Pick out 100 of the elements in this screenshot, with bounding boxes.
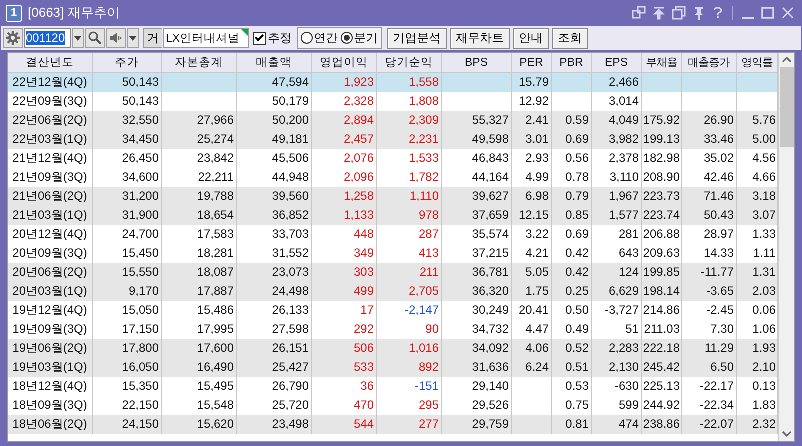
table-cell: 35.02 [682, 149, 737, 168]
table-row[interactable]: 18년06월(2Q) 24,150 15,620 23,498 544 277 29,759 0.81 474 238.86 -22.07 2.32 [8, 415, 778, 434]
table-cell: 1,923 [312, 73, 377, 92]
table-cell: 12.15 [512, 206, 552, 225]
table-cell: 238.86 [642, 415, 682, 434]
table-cell: 3,982 [592, 130, 642, 149]
radio-dot[interactable] [341, 32, 353, 44]
table-cell: 15,050 [93, 301, 162, 320]
table-cell: 45,506 [237, 149, 312, 168]
table-cell: 199.13 [642, 130, 682, 149]
table-cell: 47,594 [237, 73, 312, 92]
arrow-top-icon[interactable] [652, 6, 666, 20]
table-row[interactable]: 18년12월(4Q) 15,350 15,495 26,790 36 -151 29,140 0.53 -630 225.13 -22.17 0.13 [8, 377, 778, 396]
estimate-checkbox[interactable]: 추정 [253, 30, 292, 46]
table-cell: 33.46 [682, 130, 737, 149]
table-cell: 15.79 [512, 73, 552, 92]
table-row[interactable]: 22년03월(1Q) 34,450 25,274 49,181 2,457 2,231 49,598 3.01 0.69 3,982 199.13 33.46 5.00 [8, 130, 778, 149]
table-cell: 544 [312, 415, 377, 434]
table-row[interactable]: 19년12월(4Q) 15,050 15,486 26,133 17 -2,147 30,249 20.41 0.50 -3,727 214.86 -2.45 0.06 [8, 301, 778, 320]
table-cell: 26,133 [237, 301, 312, 320]
table-cell: 35,574 [442, 225, 512, 244]
table-cell: 533 [312, 358, 377, 377]
search-button[interactable] [85, 28, 105, 48]
table-cell: 24,700 [93, 225, 162, 244]
table-cell: 225.13 [642, 377, 682, 396]
table-cell: 20년03월(1Q) [8, 282, 93, 301]
table-cell: 25,274 [162, 130, 237, 149]
table-row[interactable]: 22년12월(4Q) 50,143 47,594 1,923 1,558 15.79 2,466 [8, 73, 778, 92]
dropdown-button[interactable] [127, 28, 139, 48]
help-icon[interactable] [712, 6, 724, 20]
table-cell: 1,133 [312, 206, 377, 225]
table-cell: 17 [312, 301, 377, 320]
table-cell: 46,843 [442, 149, 512, 168]
dropdown-button[interactable] [72, 28, 84, 48]
table-row[interactable]: 22년06월(2Q) 32,550 27,966 50,200 2,894 2,309 55,327 2.41 0.59 4,049 175.92 26.90 5.76 [8, 111, 778, 130]
table-cell: 2,378 [592, 149, 642, 168]
table-cell: 18년12월(4Q) [8, 377, 93, 396]
table-cell: 978 [377, 206, 442, 225]
table-cell: -151 [377, 377, 442, 396]
settings-icon [6, 31, 20, 45]
table-cell: 33,703 [237, 225, 312, 244]
table-row[interactable]: 20년03월(1Q) 9,170 17,887 24,498 499 2,705 36,320 1.75 0.25 6,629 198.14 -3.65 2.03 [8, 282, 778, 301]
toolbar-button[interactable]: 안내 [513, 28, 549, 48]
table-cell: 15,495 [162, 377, 237, 396]
table-cell: 0.50 [552, 301, 592, 320]
toolbar-button[interactable]: 기업분석 [387, 28, 447, 48]
table-row[interactable]: 20년12월(4Q) 24,700 17,583 33,703 448 287 35,574 3.22 0.69 281 206.88 28.97 1.33 [8, 225, 778, 244]
table-cell: 15,350 [93, 377, 162, 396]
table-cell: 1,558 [377, 73, 442, 92]
maximize-icon[interactable] [761, 6, 775, 20]
settings-button[interactable] [3, 28, 23, 48]
table-cell: 16,050 [93, 358, 162, 377]
table-cell: 20년12월(4Q) [8, 225, 93, 244]
table-cell: 26,450 [93, 149, 162, 168]
table-cell: 0.51 [552, 358, 592, 377]
table-cell: 23,842 [162, 149, 237, 168]
table-row[interactable]: 21년03월(1Q) 31,900 18,654 36,852 1,133 978 37,659 12.15 0.85 1,577 223.74 50.43 3.07 [8, 206, 778, 225]
window-number-badge: 1 [6, 4, 22, 22]
table-cell: 21년12월(4Q) [8, 149, 93, 168]
table-cell: 24,150 [93, 415, 162, 434]
period-radio[interactable]: 연간 [301, 30, 338, 46]
table-cell: 448 [312, 225, 377, 244]
close-icon[interactable] [781, 6, 795, 20]
table-cell: 49,598 [442, 130, 512, 149]
windows-icon[interactable] [632, 6, 646, 20]
table-cell: 2,705 [377, 282, 442, 301]
table-cell: 2,130 [592, 358, 642, 377]
table-cell: 0.81 [552, 415, 592, 434]
vertical-scrollbar[interactable] [778, 53, 794, 441]
toolbar-button[interactable]: 조회 [552, 28, 588, 48]
table-cell: 0.69 [552, 130, 592, 149]
table-cell: 206.88 [642, 225, 682, 244]
table-cell: -3,727 [592, 301, 642, 320]
table-cell: 15,620 [162, 415, 237, 434]
table-cell: 0.69 [552, 225, 592, 244]
table-cell: 2.93 [512, 149, 552, 168]
table-cell: 2,457 [312, 130, 377, 149]
scroll-up-icon[interactable] [782, 57, 792, 63]
table-cell: 31,900 [93, 206, 162, 225]
speaker-button[interactable] [106, 28, 126, 48]
table-cell: 214.86 [642, 301, 682, 320]
table-cell: 20.41 [512, 301, 552, 320]
company-name-field[interactable]: LX인터내셔널 [163, 28, 249, 48]
stock-code-field[interactable]: 001120 [24, 28, 71, 48]
toolbar-button[interactable]: 재무차트 [450, 28, 510, 48]
table-row[interactable]: 19년06월(2Q) 17,800 17,600 26,151 506 1,016 34,092 4.06 0.52 2,283 222.18 11.29 1.93 [8, 339, 778, 358]
speaker-icon [109, 31, 123, 45]
table-row[interactable]: 21년12월(4Q) 26,450 23,842 45,506 2,076 1,533 46,843 2.93 0.56 2,378 182.98 35.02 4.56 [8, 149, 778, 168]
scrollbar-thumb[interactable] [780, 67, 794, 147]
table-row[interactable]: 19년03월(1Q) 16,050 16,490 25,427 533 892 31,636 6.24 0.51 2,130 245.42 6.50 2.10 [8, 358, 778, 377]
table-row[interactable]: 21년06월(2Q) 31,200 19,788 39,560 1,258 1,110 39,627 6.98 0.79 1,967 223.73 71.46 3.18 [8, 187, 778, 206]
radio-dot[interactable] [301, 32, 313, 44]
pin-icon[interactable] [692, 6, 706, 20]
table-cell: 6.24 [512, 358, 552, 377]
table-row[interactable]: 20년06월(2Q) 15,550 18,087 23,073 303 211 36,781 5.05 0.42 124 199.85 -11.77 1.31 [8, 263, 778, 282]
scroll-down-icon[interactable] [782, 431, 792, 437]
checkbox[interactable] [253, 32, 266, 44]
table-cell: 281 [592, 225, 642, 244]
restore-icon[interactable] [672, 6, 686, 20]
period-radio[interactable]: 분기 [341, 30, 378, 46]
